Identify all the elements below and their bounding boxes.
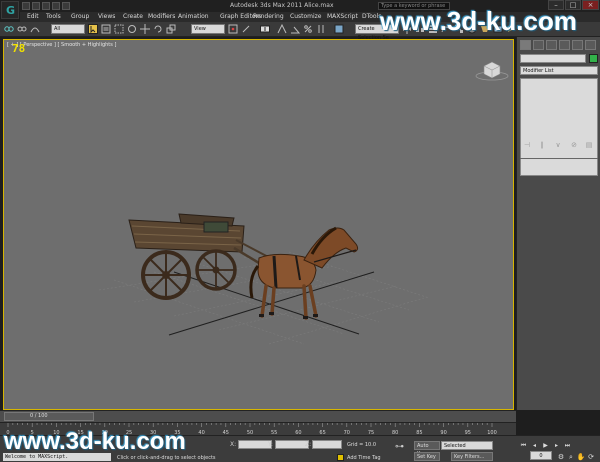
reference-coord-dropdown[interactable]: View bbox=[191, 24, 225, 34]
undo-icon[interactable] bbox=[52, 2, 60, 10]
play-icon[interactable]: ▶ bbox=[541, 441, 550, 450]
menu-edit[interactable]: Edit bbox=[27, 13, 39, 20]
key-filters-button[interactable]: Key Filters... bbox=[451, 452, 493, 461]
spinner-snap-icon[interactable] bbox=[316, 24, 326, 34]
time-slider-label: 0 / 100 bbox=[30, 413, 48, 419]
edit-named-selection-icon[interactable] bbox=[334, 24, 344, 34]
x-coord-label: X: bbox=[230, 441, 237, 448]
redo-icon[interactable] bbox=[62, 2, 70, 10]
menu-rendering[interactable]: Rendering bbox=[253, 13, 284, 20]
link-icon[interactable] bbox=[4, 24, 14, 34]
new-file-icon[interactable] bbox=[22, 2, 30, 10]
go-to-end-icon[interactable]: ⏭ bbox=[563, 441, 572, 450]
z-coord-label: Z: bbox=[305, 441, 312, 448]
motion-tab-icon[interactable] bbox=[559, 40, 570, 50]
go-to-start-icon[interactable]: ⏮ bbox=[519, 441, 528, 450]
keyboard-shortcut-icon[interactable] bbox=[260, 24, 270, 34]
x-coord-field[interactable] bbox=[238, 440, 272, 449]
snap-toggle-icon[interactable] bbox=[277, 24, 287, 34]
next-frame-icon[interactable]: ▸ bbox=[552, 441, 561, 450]
time-config-icon[interactable]: ⚙ bbox=[556, 452, 566, 462]
menu-customize[interactable]: Customize bbox=[290, 13, 322, 20]
percent-snap-icon[interactable] bbox=[303, 24, 313, 34]
app-logo-icon: G bbox=[6, 4, 16, 17]
orbit-icon[interactable]: ⟳ bbox=[586, 452, 596, 462]
grid-size-readout: Grid = 10.0 bbox=[347, 442, 376, 448]
save-file-icon[interactable] bbox=[42, 2, 50, 10]
menu-maxscript[interactable]: MAXScript bbox=[327, 13, 358, 20]
app-menu-button[interactable]: G bbox=[1, 1, 19, 19]
pin-stack-icon[interactable]: ⊣ bbox=[522, 141, 532, 151]
open-file-icon[interactable] bbox=[32, 2, 40, 10]
angle-snap-icon[interactable] bbox=[290, 24, 300, 34]
horse-cart-model[interactable] bbox=[124, 200, 374, 330]
rotate-icon[interactable] bbox=[153, 24, 163, 34]
make-unique-icon[interactable]: ∨ bbox=[553, 141, 563, 151]
command-panel: Modifier List ⊣ ∥ ∨ ⊘ ▤ bbox=[516, 37, 600, 410]
object-color-swatch[interactable] bbox=[589, 54, 598, 63]
modifier-stack[interactable] bbox=[520, 78, 598, 176]
select-manipulate-icon[interactable] bbox=[241, 24, 251, 34]
select-object-icon[interactable] bbox=[88, 24, 98, 34]
menu-modifiers[interactable]: Modifiers bbox=[148, 13, 175, 20]
add-time-tag-button[interactable]: Add Time Tag bbox=[347, 455, 381, 461]
key-mode-dropdown[interactable]: Selected bbox=[441, 441, 493, 450]
time-slider-handle[interactable] bbox=[4, 412, 94, 421]
configure-modifier-sets-icon[interactable]: ▤ bbox=[584, 141, 594, 151]
y-coord-label: Y: bbox=[268, 441, 273, 448]
time-slider[interactable]: 0 / 100 bbox=[0, 410, 516, 422]
y-coord-field[interactable] bbox=[275, 440, 309, 449]
modifier-list-dropdown[interactable]: Modifier List bbox=[520, 66, 598, 75]
watermark-top: www.3d-ku.com bbox=[380, 6, 577, 36]
zoom-icon[interactable]: ⌕ bbox=[566, 452, 576, 462]
unlink-icon[interactable] bbox=[17, 24, 27, 34]
menu-dtools[interactable]: DTools bbox=[362, 13, 381, 20]
previous-frame-icon[interactable]: ◂ bbox=[530, 441, 539, 450]
panel-divider bbox=[520, 158, 598, 159]
time-tag-icon[interactable] bbox=[337, 454, 344, 461]
region-select-icon[interactable] bbox=[114, 24, 124, 34]
perspective-viewport[interactable]: [ + ] [ Perspective ] [ Smooth + Highlig… bbox=[3, 39, 514, 410]
pivot-center-icon[interactable] bbox=[228, 24, 238, 34]
modify-tab-icon[interactable] bbox=[533, 40, 544, 50]
menu-animation[interactable]: Animation bbox=[178, 13, 209, 20]
current-frame-field[interactable]: 0 bbox=[530, 451, 552, 460]
z-coord-field[interactable] bbox=[312, 440, 342, 449]
utilities-tab-icon[interactable] bbox=[585, 40, 596, 50]
display-tab-icon[interactable] bbox=[572, 40, 583, 50]
hierarchy-tab-icon[interactable] bbox=[546, 40, 557, 50]
menu-tools[interactable]: Tools bbox=[46, 13, 61, 20]
set-key-icon[interactable]: ⊶ bbox=[395, 442, 404, 452]
window-crossing-icon[interactable] bbox=[127, 24, 137, 34]
menu-create[interactable]: Create bbox=[123, 13, 143, 20]
menu-views[interactable]: Views bbox=[98, 13, 115, 20]
window-title: Autodesk 3ds Max 2011 Alice.max bbox=[230, 2, 334, 9]
move-icon[interactable] bbox=[140, 24, 150, 34]
selection-filter-dropdown[interactable]: All bbox=[51, 24, 85, 34]
bind-spacewarp-icon[interactable] bbox=[30, 24, 40, 34]
scale-icon[interactable] bbox=[166, 24, 176, 34]
auto-key-button[interactable]: Auto Key bbox=[414, 441, 440, 457]
close-button[interactable]: × bbox=[582, 0, 599, 10]
menu-group[interactable]: Group bbox=[71, 13, 89, 20]
pan-view-icon[interactable]: ✋ bbox=[576, 452, 586, 462]
object-name-field[interactable] bbox=[520, 54, 586, 63]
show-end-result-icon[interactable]: ∥ bbox=[537, 141, 547, 151]
select-by-name-icon[interactable] bbox=[101, 24, 111, 34]
set-key-button[interactable]: Set Key bbox=[414, 452, 440, 461]
watermark-bottom: www.3d-ku.com bbox=[4, 428, 186, 455]
create-tab-icon[interactable] bbox=[520, 40, 531, 50]
remove-modifier-icon[interactable]: ⊘ bbox=[569, 141, 579, 151]
